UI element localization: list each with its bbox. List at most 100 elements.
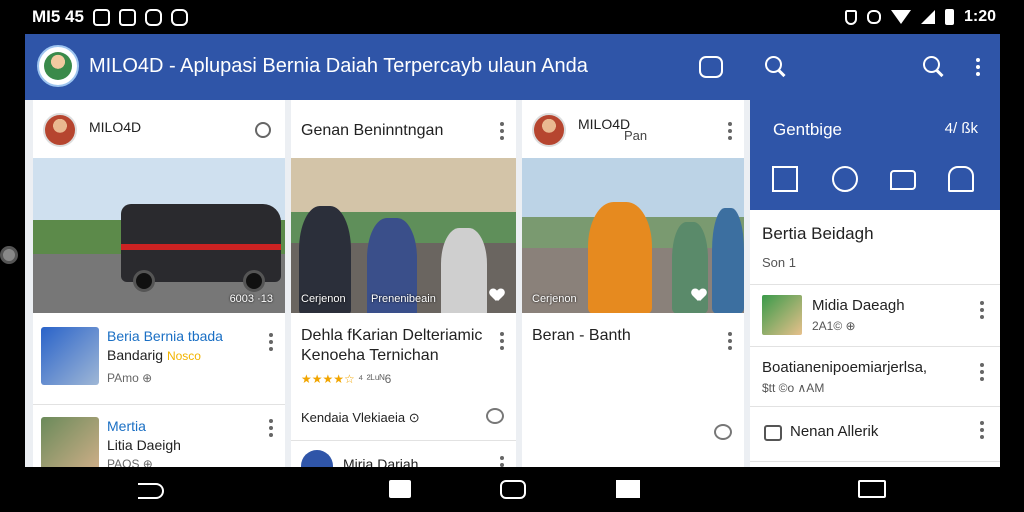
list-item[interactable]: Beria Bernia tbada Bandarig Nosco PAmo ⊕: [33, 313, 285, 405]
wheel-shape: [243, 270, 265, 292]
list-item[interactable]: Mertia Litia Daeigh PAOS ⊕: [33, 405, 285, 467]
camera-icon: [170, 8, 188, 26]
item-title-line1: Mertia: [107, 418, 146, 434]
panel-item-more-button[interactable]: [980, 301, 984, 319]
rectangle-icon: [616, 480, 640, 498]
logo-image: [44, 52, 72, 80]
device-frame: MI5 45 1:20 MILO4D - Aplupasi Bernia Dai…: [0, 0, 1024, 512]
item-more-button[interactable]: [269, 419, 273, 437]
bluetooth-icon: [866, 10, 881, 24]
compass-icon[interactable]: [832, 166, 858, 192]
panel-title: Gentbige: [773, 120, 842, 139]
bottom-more-button[interactable]: [500, 456, 504, 467]
avatar[interactable]: [301, 450, 333, 467]
app-switch-button[interactable]: [616, 480, 640, 498]
home-button[interactable]: [389, 480, 411, 498]
person-shape: [441, 228, 487, 313]
status-right: 1:20: [844, 8, 996, 26]
article-more-button[interactable]: [728, 332, 732, 350]
card-source-title: MILO4D: [578, 116, 631, 132]
item-title-line2: Bandarig: [107, 347, 164, 363]
wheel-shape: [133, 270, 155, 292]
article-title-line2: Kenoeha Ternichan: [301, 347, 439, 364]
search-icon: [923, 56, 945, 78]
panel-count: 4/ ßk: [944, 120, 978, 137]
search-button-2[interactable]: [920, 53, 948, 81]
comment-icon[interactable]: [890, 170, 916, 190]
overview-button[interactable]: [500, 480, 526, 499]
photo-caption: 6003 ·13: [229, 293, 273, 305]
article-title[interactable]: Dehla fKarian Delteriamic Kenoeha Ternic…: [301, 326, 482, 366]
recents-icon: [858, 480, 886, 498]
bottom-title: Miria Dariah: [343, 456, 419, 467]
recents-button[interactable]: [858, 480, 886, 498]
article-title[interactable]: Beran - Banth: [532, 326, 631, 346]
news-card-1[interactable]: MILO4D 6003 ·13 Beria Bernia tbada Banda…: [33, 100, 285, 467]
person-shape: [588, 202, 652, 313]
card-source-title: MILO4D: [89, 119, 142, 135]
item-title-line1: Beria Bernia tbada: [107, 328, 223, 344]
chat-button[interactable]: [697, 53, 725, 81]
card-photo[interactable]: Cerjenon Prenenibeain: [291, 158, 516, 313]
panel-item-title: Midia Daeagh: [812, 297, 905, 314]
signal-icon: [920, 10, 935, 24]
card-more-button[interactable]: [500, 122, 504, 140]
panel-list-item[interactable]: Boatianenipoemiarjerlsa, $tt ©o ∧AM: [750, 346, 1000, 406]
square-icon: [389, 480, 411, 498]
search-button[interactable]: [762, 53, 790, 81]
panel-item-title: Boatianenipoemiarjerlsa,: [762, 359, 928, 376]
photo-caption-left: Cerjenon: [301, 293, 346, 305]
rating-text: ⁴ ²ᴸᵘᴺ6: [358, 372, 392, 386]
panel-list-item[interactable]: Nenan Allerik: [750, 406, 1000, 462]
message-icon: [144, 8, 162, 26]
edit-icon[interactable]: [772, 166, 798, 192]
navigation-bar: [0, 467, 1024, 512]
item-title[interactable]: Beria Bernia tbada Bandarig Nosco: [107, 327, 223, 366]
side-panel: Gentbige 4/ ßk Bertia Beidagh Son 1 Midi…: [750, 100, 1000, 467]
item-thumbnail: [41, 417, 99, 467]
heart-icon[interactable]: [490, 289, 504, 301]
heart-outline-icon[interactable]: [486, 408, 504, 424]
clock-icon[interactable]: [255, 122, 271, 138]
item-title[interactable]: Mertia Litia Daeigh: [107, 417, 181, 455]
battery-icon: [944, 9, 954, 25]
news-card-3[interactable]: MILO4D Pan Cerjenon Beran - Banth: [522, 100, 744, 467]
avatar[interactable]: [532, 113, 566, 147]
app-bar: MILO4D - Aplupasi Bernia Daiah Terpercay…: [25, 34, 1000, 100]
avatar[interactable]: [43, 113, 77, 147]
news-card-2[interactable]: Genan Beninntngan Cerjenon Prenenibeain …: [291, 100, 516, 467]
section-title: Bertia Beidagh: [762, 224, 874, 243]
heart-icon[interactable]: [692, 289, 706, 301]
app-logo[interactable]: [37, 45, 79, 87]
more-menu-button[interactable]: [964, 53, 992, 81]
rating-stars: ★★★★☆: [301, 372, 355, 386]
status-bar: MI5 45 1:20: [0, 0, 1024, 34]
card-photo[interactable]: Cerjenon: [522, 158, 744, 313]
divider: [291, 440, 516, 441]
rating: ★★★★☆ ⁴ ²ᴸᵘᴺ6: [301, 372, 391, 386]
chat-icon: [699, 56, 723, 78]
item-thumbnail: [41, 327, 99, 385]
article-title-line1: Dehla fKarian Delteriamic: [301, 327, 483, 344]
panel-item-meta: $tt ©o ∧AM: [762, 381, 825, 395]
card-photo[interactable]: 6003 ·13: [33, 158, 285, 313]
section-subtitle: Son 1: [762, 255, 796, 270]
photo-icon: [118, 8, 136, 26]
item-title-line2: Litia Daeigh: [107, 437, 181, 453]
card-more-button[interactable]: [728, 122, 732, 140]
shield-icon: [844, 9, 857, 25]
back-button[interactable]: [136, 480, 166, 500]
heart-outline-icon[interactable]: [714, 424, 732, 440]
panel-item-more-button[interactable]: [980, 363, 984, 381]
photo-caption: Cerjenon: [532, 293, 577, 305]
home-icon[interactable]: [948, 166, 974, 192]
card-header: MILO4D Pan: [522, 100, 744, 158]
rounded-square-icon: [500, 480, 526, 499]
item-more-button[interactable]: [269, 333, 273, 351]
side-camera-dot: [0, 246, 18, 264]
article-more-button[interactable]: [500, 332, 504, 350]
panel-item-more-button[interactable]: [980, 421, 984, 439]
app-title: MILO4D - Aplupasi Bernia Daiah Terpercay…: [89, 55, 588, 77]
panel-item-meta: 2A1© ⊕: [812, 319, 856, 333]
panel-list-item[interactable]: Midia Daeagh 2A1© ⊕: [750, 284, 1000, 346]
